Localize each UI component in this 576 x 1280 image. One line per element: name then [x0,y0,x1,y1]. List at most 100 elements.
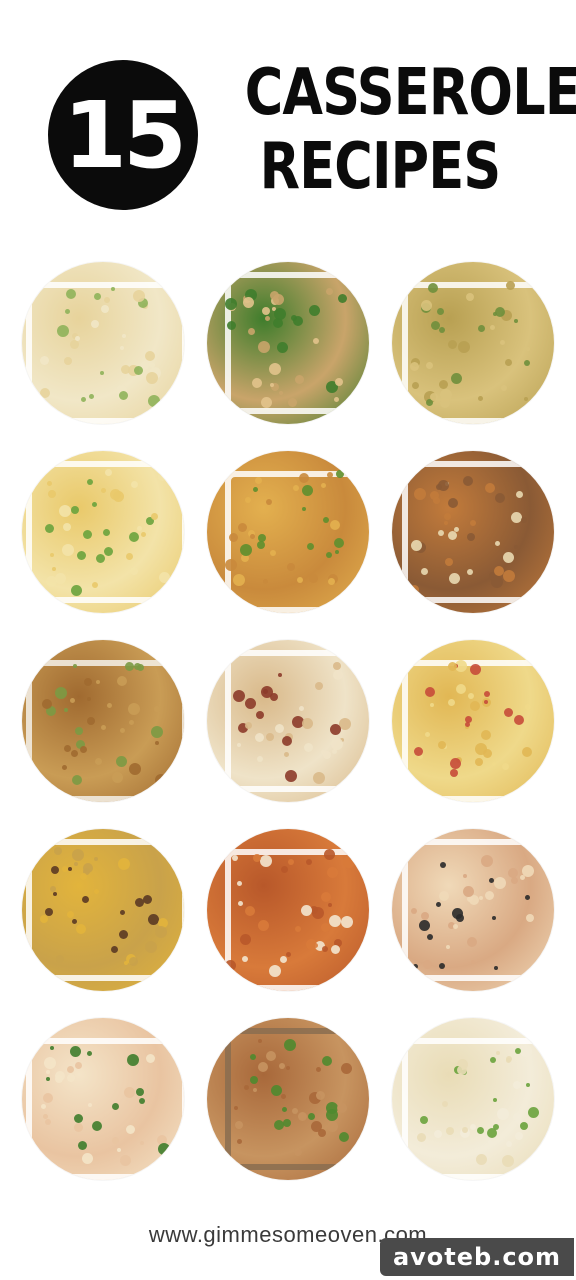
garnish-speck [271,1085,282,1096]
garnish-speck [64,357,72,365]
garnish-speck [41,1104,46,1109]
garnish-speck [87,697,91,701]
garnish-speck [136,1088,144,1096]
garnish-speck [116,756,127,767]
garnish-speck [134,366,143,375]
garnish-speck [238,523,247,532]
garnish-speck [413,964,418,969]
garnish-speck [476,1154,487,1165]
garnish-speck [328,903,332,907]
garnish-speck [414,488,426,500]
garnish-speck [282,1107,287,1112]
garnish-speck [436,484,442,490]
garnish-speck [467,569,473,575]
garnish-speck [502,1155,514,1167]
garnish-speck [467,937,477,947]
garnish-speck [524,397,528,401]
garnish-speck [284,752,289,757]
garnish-speck [495,541,500,546]
garnish-speck [295,375,304,384]
garnish-speck [240,934,251,945]
garnish-speck [440,862,446,868]
garnish-speck [452,908,463,919]
garnish-speck [525,704,531,710]
garnish-speck [105,469,112,476]
garnish-speck [43,1093,53,1103]
garnish-speck [308,1113,315,1120]
garnish-speck [120,910,125,915]
garnish-speck [506,1141,512,1147]
garnish-speck [92,582,98,588]
garnish-speck [475,758,483,766]
garnish-speck [524,360,530,366]
garnish-speck [282,736,292,746]
garnish-speck [467,533,475,541]
garnish-speck [44,1057,56,1069]
garnish-speck [514,545,518,549]
recipe-2-photo [207,262,369,424]
garnish-speck [446,1127,454,1135]
garnish-speck [481,730,491,740]
garnish-speck [76,924,86,934]
garnish-speck [42,699,52,709]
garnish-speck [322,1056,332,1066]
garnish-speck [341,1063,352,1074]
garnish-speck [521,517,527,523]
garnish-speck [485,891,494,900]
garnish-speck [334,538,344,548]
garnish-speck [111,287,115,291]
garnish-speck [327,867,338,878]
recipe-14-photo [207,1018,369,1180]
garnish-speck [513,1081,521,1089]
garnish-speck [292,1108,298,1114]
garnish-speck [80,873,87,880]
garnish-speck [328,578,335,585]
garnish-speck [477,1127,484,1134]
garnish-speck [154,706,160,712]
garnish-speck [83,530,92,539]
garnish-speck [448,662,457,671]
garnish-speck [67,1074,75,1082]
garnish-speck [333,662,341,670]
garnish-speck [87,1051,92,1056]
garnish-speck [100,371,104,375]
recipe-grid [22,262,554,1207]
garnish-speck [266,499,272,505]
garnish-speck [478,396,483,401]
garnish-speck [70,340,79,349]
garnish-speck [288,398,297,407]
garnish-speck [463,886,474,897]
garnish-speck [92,502,97,507]
garnish-speck [151,726,163,738]
garnish-speck [233,690,245,702]
garnish-speck [258,1062,268,1072]
garnish-speck [336,470,344,478]
garnish-speck [126,553,133,560]
garnish-speck [506,1058,511,1063]
garnish-speck [286,952,291,957]
garnish-speck [87,717,95,725]
garnish-speck [240,544,252,556]
garnish-speck [143,895,152,904]
garnish-speck [503,552,514,563]
garnish-speck [330,724,341,735]
garnish-speck [479,896,483,900]
garnish-speck [277,342,288,353]
garnish-speck [96,680,100,684]
garnish-speck [335,378,343,386]
garnish-speck [253,487,258,492]
garnish-speck [83,863,93,873]
recipe-15-photo [392,1018,554,1180]
garnish-speck [234,1106,238,1110]
garnish-speck [338,294,347,303]
garnish-speck [439,327,445,333]
garnish-speck [514,715,524,725]
garnish-speck [269,965,281,977]
garnish-speck [74,1114,83,1123]
garnish-speck [421,568,428,575]
garnish-speck [120,728,125,733]
recipe-4-photo [22,451,184,613]
garnish-speck [139,1098,145,1104]
garnish-speck [311,1121,322,1132]
garnish-speck [444,513,451,520]
